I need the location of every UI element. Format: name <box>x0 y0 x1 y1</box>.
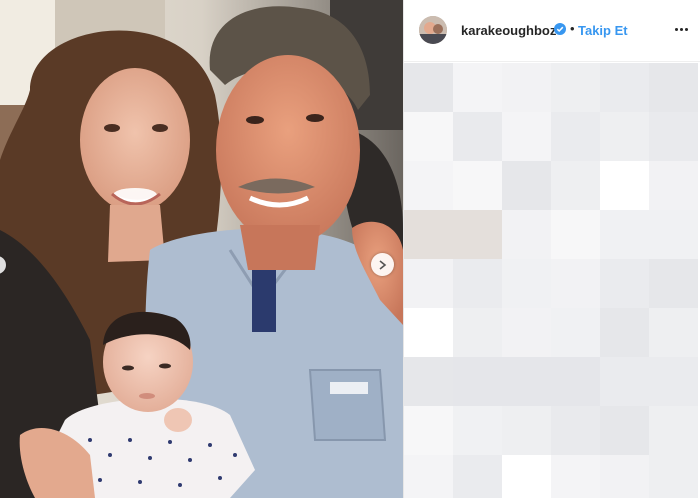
blur-pixel <box>502 455 551 498</box>
blur-pixel <box>600 63 649 112</box>
blur-pixel <box>453 406 502 455</box>
avatar-image <box>419 16 447 44</box>
blur-pixel <box>404 210 453 259</box>
blur-pixel <box>404 357 453 406</box>
post-side-panel: karakeoughboz • Takip Et <box>403 0 700 498</box>
blur-pixel <box>649 210 698 259</box>
blur-pixel <box>404 455 453 498</box>
separator-dot: • <box>570 21 575 36</box>
follow-button[interactable]: Takip Et <box>578 23 628 38</box>
blur-pixel <box>649 406 698 455</box>
blur-pixel <box>453 112 502 161</box>
blur-pixel <box>502 161 551 210</box>
blur-pixel <box>453 357 502 406</box>
blur-pixel <box>649 357 698 406</box>
blur-pixel <box>404 259 453 308</box>
blur-pixel <box>600 455 649 498</box>
blur-pixel <box>600 161 649 210</box>
blur-pixel <box>551 210 600 259</box>
post-photo[interactable] <box>0 0 403 498</box>
blur-pixel <box>453 455 502 498</box>
chevron-right-icon <box>379 259 387 270</box>
blur-pixel <box>649 259 698 308</box>
avatar[interactable] <box>419 16 447 44</box>
blur-pixel <box>404 308 453 357</box>
blur-pixel <box>404 63 453 112</box>
blur-pixel <box>551 455 600 498</box>
blur-pixel <box>600 357 649 406</box>
blur-pixel <box>404 112 453 161</box>
blur-pixel <box>649 308 698 357</box>
more-options-icon[interactable] <box>671 22 691 36</box>
carousel-next-button[interactable] <box>371 253 394 276</box>
blur-pixel <box>502 259 551 308</box>
blur-pixel <box>551 259 600 308</box>
blur-pixel <box>649 455 698 498</box>
blur-pixel <box>453 161 502 210</box>
blur-pixel <box>404 406 453 455</box>
blur-pixel <box>649 112 698 161</box>
blur-pixel <box>551 161 600 210</box>
blur-pixel <box>502 406 551 455</box>
post-header: karakeoughboz • Takip Et <box>404 0 700 62</box>
blur-pixel <box>600 406 649 455</box>
blur-pixel <box>600 112 649 161</box>
blur-pixel <box>551 357 600 406</box>
blur-pixel <box>502 308 551 357</box>
blur-pixel <box>551 112 600 161</box>
blur-pixel <box>551 63 600 112</box>
blur-pixel <box>649 161 698 210</box>
blur-pixel <box>404 161 453 210</box>
verified-badge-icon <box>554 23 566 35</box>
blur-pixel <box>600 210 649 259</box>
blur-pixel <box>453 63 502 112</box>
blur-pixel <box>502 357 551 406</box>
photo-illustration <box>0 0 403 498</box>
blur-pixel <box>551 406 600 455</box>
blur-pixel <box>502 112 551 161</box>
blur-pixel <box>453 210 502 259</box>
username-link[interactable]: karakeoughboz <box>461 23 556 38</box>
blurred-comments-area <box>404 63 700 498</box>
blur-pixel <box>453 259 502 308</box>
blur-pixel <box>502 210 551 259</box>
blur-pixel <box>502 63 551 112</box>
blur-pixel <box>649 63 698 112</box>
blur-pixel <box>551 308 600 357</box>
blur-pixel <box>453 308 502 357</box>
blur-pixel <box>600 259 649 308</box>
blur-pixel <box>600 308 649 357</box>
